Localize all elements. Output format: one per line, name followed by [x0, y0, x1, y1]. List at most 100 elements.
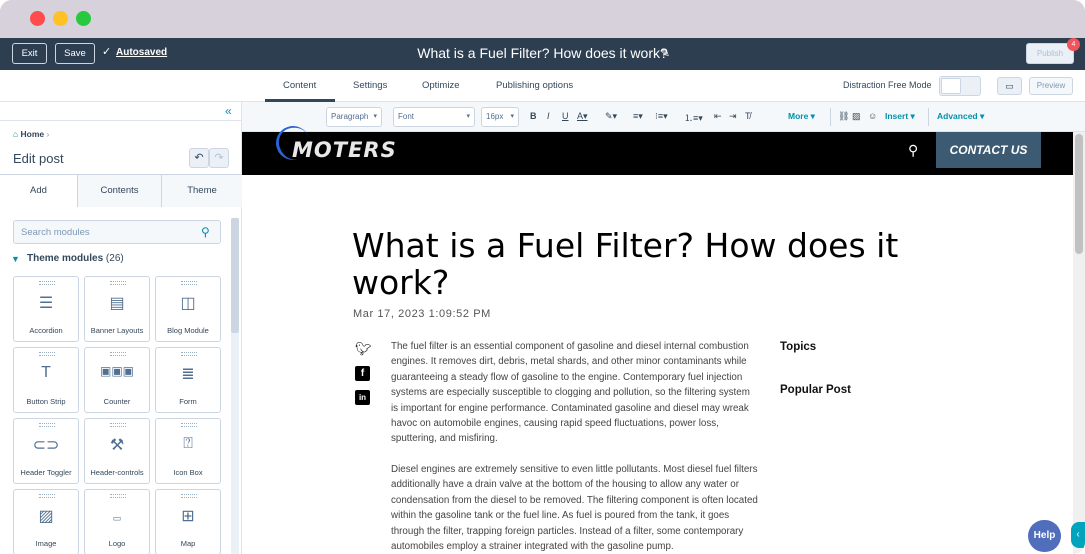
collapse-sidebar-icon[interactable]: « — [225, 104, 232, 118]
preview-button[interactable]: Preview — [1029, 77, 1073, 95]
site-header: MOTERS ⚲ CONTACT US — [242, 121, 1073, 175]
close-window-button[interactable] — [30, 11, 45, 26]
chevron-left-icon[interactable]: ‹ — [1071, 522, 1085, 548]
insert-menu[interactable]: Insert ▾ — [885, 111, 915, 122]
chevron-down-icon: ▾ — [510, 113, 514, 120]
search-icon[interactable]: ⚲ — [908, 142, 918, 159]
module-header-toggler[interactable]: ⊂⊃ Header Toggler — [13, 418, 79, 484]
tab-optimize[interactable]: Optimize — [422, 80, 459, 91]
module-header-controls[interactable]: ⚒ Header-controls — [84, 418, 150, 484]
bullet-list-icon[interactable]: ⁝≡▾ — [655, 111, 668, 122]
highlight-icon[interactable]: ✎▾ — [605, 111, 617, 122]
article-paragraph[interactable]: The fuel filter is an essential componen… — [391, 339, 759, 447]
module-form[interactable]: ≣ Form — [155, 347, 221, 413]
module-image[interactable]: ▨ Image — [13, 489, 79, 554]
page-canvas: MOTERS ⚲ CONTACT US What is a Fuel Filte… — [242, 121, 1073, 554]
advanced-menu[interactable]: Advanced ▾ — [937, 111, 984, 122]
topics-heading: Topics — [780, 341, 817, 353]
map-icon: ⊞ — [181, 508, 195, 525]
image-icon: ▨ — [38, 508, 54, 525]
module-map[interactable]: ⊞ Map — [155, 489, 221, 554]
search-icon[interactable]: ⚲ — [201, 225, 210, 239]
drag-handle-icon — [181, 423, 197, 427]
module-logo[interactable]: ▭ Logo — [84, 489, 150, 554]
toolbar-separator — [928, 108, 929, 126]
underline-button[interactable]: U — [562, 111, 569, 121]
emoji-icon[interactable]: ☺ — [868, 111, 877, 121]
contact-us-button[interactable]: CONTACT US — [936, 132, 1041, 168]
comment-button[interactable]: ▭ — [997, 77, 1022, 95]
minimize-window-button[interactable] — [53, 11, 68, 26]
numbered-list-icon[interactable]: ⒈≡▾ — [684, 111, 703, 124]
facebook-icon[interactable]: f — [355, 366, 371, 382]
module-label: Header Toggler — [20, 468, 72, 477]
module-label: Image — [35, 539, 57, 548]
breadcrumb-home[interactable]: ⌂ Home › — [13, 129, 49, 139]
font-size-select[interactable]: 16px ▾ — [481, 107, 519, 127]
drag-handle-icon — [39, 352, 55, 356]
distraction-free-label: Distraction Free Mode — [843, 80, 932, 90]
drag-handle-icon — [181, 352, 197, 356]
sidebar-tab-contents[interactable]: Contents — [78, 175, 162, 207]
text-color-icon[interactable]: A▾ — [577, 111, 588, 122]
paragraph-style-value: Paragraph — [331, 112, 369, 121]
more-menu[interactable]: More ▾ — [788, 111, 815, 122]
article-title[interactable]: What is a Fuel Filter? How does it work? — [352, 227, 912, 301]
theme-modules-header[interactable]: Theme modules (26) — [27, 253, 124, 264]
font-select[interactable]: Font ▾ — [393, 107, 475, 127]
module-counter[interactable]: ▣▣▣ Counter — [84, 347, 150, 413]
tab-content[interactable]: Content — [283, 80, 316, 91]
module-icon-box[interactable]: ⍰ Icon Box — [155, 418, 221, 484]
module-accordion[interactable]: ☰ Accordion — [13, 276, 79, 342]
module-banner-layouts[interactable]: ▤ Banner Layouts — [84, 276, 150, 342]
align-icon[interactable]: ≡▾ — [633, 111, 643, 122]
counter-icon: ▣▣▣ — [99, 364, 134, 378]
redo-icon: ↷ — [214, 152, 224, 164]
italic-button[interactable]: I — [547, 111, 550, 121]
maximize-window-button[interactable] — [76, 11, 91, 26]
toggle-icon: ⊂⊃ — [32, 437, 60, 454]
sidebar-tab-add[interactable]: Add — [0, 175, 78, 207]
sidebar-scrollbar-thumb[interactable] — [231, 218, 239, 333]
distraction-free-toggle[interactable] — [939, 76, 981, 96]
tab-publishing-options[interactable]: Publishing options — [496, 80, 573, 91]
outdent-icon[interactable]: ⇤ — [714, 111, 722, 122]
help-button[interactable]: Help — [1028, 520, 1061, 552]
chevron-down-icon[interactable]: ▼ — [11, 254, 20, 264]
clear-format-icon[interactable]: T̸ — [745, 111, 751, 121]
tab-settings[interactable]: Settings — [353, 80, 387, 91]
article-paragraph[interactable]: Diesel engines are extremely sensitive t… — [391, 462, 759, 554]
indent-icon[interactable]: ⇥ — [729, 111, 737, 122]
twitter-icon[interactable]: 🐦︎ — [355, 341, 372, 357]
sidebar: « ⌂ Home › Edit post ↶ ↷ Add Contents Th… — [0, 102, 242, 554]
module-search-input[interactable]: Search modules ⚲ — [13, 220, 221, 244]
undo-button[interactable]: ↶ — [189, 148, 209, 168]
canvas-scrollbar-thumb[interactable] — [1075, 134, 1083, 254]
sidebar-tab-theme[interactable]: Theme — [162, 175, 242, 207]
paragraph-style-select[interactable]: Paragraph ▾ — [326, 107, 382, 127]
insert-label: Insert — [885, 111, 909, 121]
image-icon[interactable]: ▨ — [852, 111, 861, 122]
search-placeholder: Search modules — [21, 227, 90, 238]
theme-modules-count: (26) — [105, 253, 124, 264]
drag-handle-icon — [39, 494, 55, 498]
module-label: Form — [179, 397, 197, 406]
module-label: Blog Module — [167, 326, 209, 335]
bold-button[interactable]: B — [530, 111, 537, 121]
module-blog[interactable]: ◫ Blog Module — [155, 276, 221, 342]
edit-title-icon[interactable]: ✎ — [660, 46, 670, 60]
form-icon: ≣ — [181, 366, 195, 383]
site-logo[interactable]: MOTERS — [292, 138, 397, 162]
module-label: Map — [180, 539, 196, 548]
redo-button[interactable]: ↷ — [209, 148, 229, 168]
font-value: Font — [398, 112, 415, 121]
drag-handle-icon — [110, 494, 126, 498]
module-button-strip[interactable]: T Button Strip — [13, 347, 79, 413]
wand-icon: ⚒ — [109, 437, 125, 454]
blog-icon: ◫ — [180, 295, 196, 312]
link-icon[interactable]: ⛓ — [838, 111, 849, 122]
article-date: Mar 17, 2023 1:09:52 PM — [353, 308, 491, 320]
advanced-label: Advanced — [937, 111, 978, 121]
window-titlebar — [0, 0, 1085, 38]
linkedin-icon[interactable]: in — [355, 390, 371, 406]
